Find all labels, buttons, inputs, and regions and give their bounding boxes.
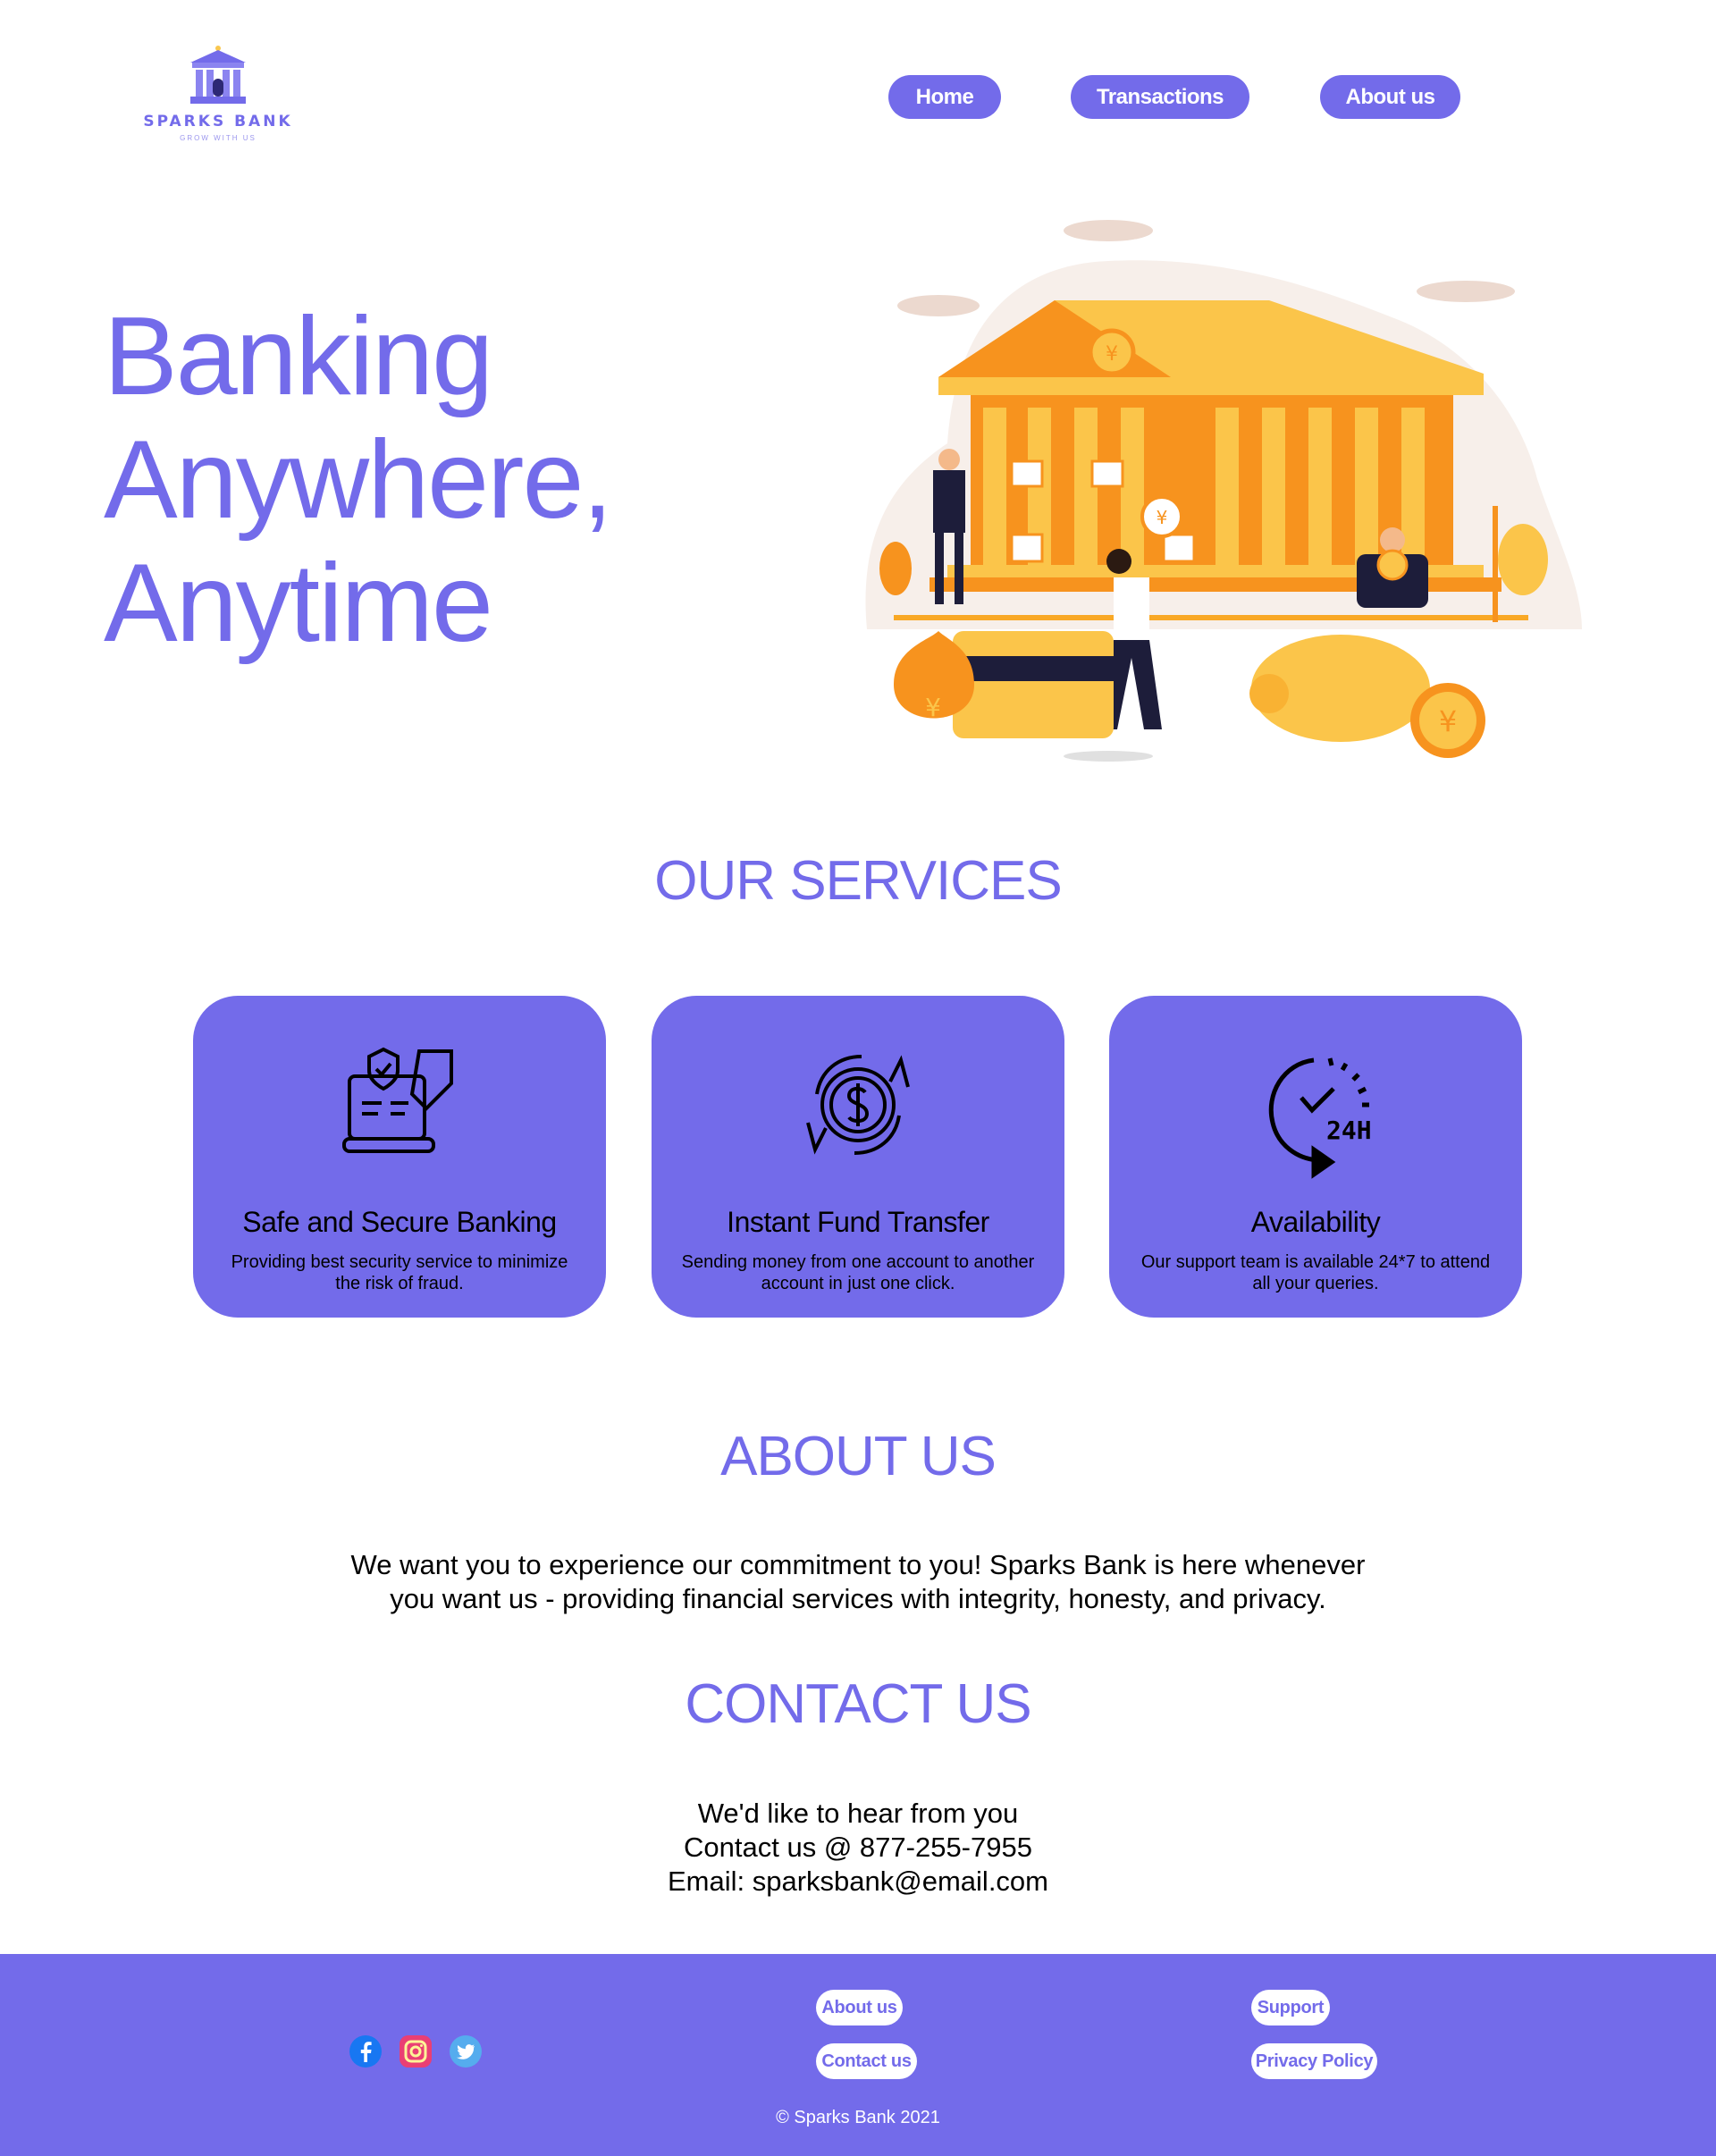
svg-text:¥: ¥	[1106, 343, 1118, 366]
service-card-security: Safe and Secure Banking Providing best s…	[193, 996, 606, 1318]
twitter-icon[interactable]	[449, 2034, 483, 2068]
facebook-icon[interactable]	[349, 2034, 383, 2068]
svg-text:¥: ¥	[925, 693, 941, 722]
svg-text:24H: 24H	[1326, 1116, 1372, 1145]
contact-phone: Contact us @ 877-255-7955	[684, 1832, 1032, 1863]
service-desc: Our support team is available 24*7 to at…	[1140, 1252, 1491, 1293]
hero-title: Banking Anywhere, Anytime	[104, 295, 613, 665]
instagram-icon[interactable]	[399, 2034, 433, 2068]
bank-logo-icon	[190, 46, 246, 104]
brand-logo[interactable]: SPARKS BANK GROW WITH US	[143, 43, 293, 142]
nav-home-button[interactable]: Home	[888, 75, 1001, 119]
footer-support-link[interactable]: Support	[1251, 1990, 1330, 2025]
contact-info: We'd like to hear from you Contact us @ …	[0, 1797, 1716, 1899]
service-desc: Sending money from one account to anothe…	[681, 1252, 1035, 1293]
fund-transfer-icon	[806, 1055, 910, 1155]
service-desc: Providing best security service to minim…	[231, 1252, 568, 1293]
svg-text:¥: ¥	[1439, 704, 1457, 738]
bank-illustration: ¥ ¥ ¥ ¥	[865, 220, 1582, 762]
contact-line-1: We'd like to hear from you	[697, 1798, 1019, 1829]
brand-name: SPARKS BANK	[143, 113, 293, 131]
copyright: © Sparks Bank 2021	[776, 2108, 940, 2127]
footer-about-link[interactable]: About us	[816, 1990, 903, 2025]
svg-text:¥: ¥	[1157, 507, 1168, 528]
nav-about-button[interactable]: About us	[1320, 75, 1460, 119]
clock-24h-icon: 24H	[1268, 1057, 1372, 1179]
about-text: We want you to experience our commitment…	[350, 1549, 1366, 1614]
footer-contact-link[interactable]: Contact us	[816, 2043, 917, 2079]
about-title: ABOUT US	[720, 1426, 997, 1487]
services-title: OUR SERVICES	[654, 850, 1062, 912]
secure-banking-icon	[342, 1047, 453, 1153]
contact-title: CONTACT US	[685, 1673, 1031, 1735]
contact-email: Email: sparksbank@email.com	[668, 1865, 1048, 1897]
service-title: Instant Fund Transfer	[727, 1206, 989, 1238]
service-title: Safe and Secure Banking	[242, 1206, 557, 1238]
footer-privacy-link[interactable]: Privacy Policy	[1251, 2043, 1377, 2079]
service-title: Availability	[1250, 1206, 1381, 1238]
hero-line-2: Anywhere,	[104, 418, 613, 542]
brand-tagline: GROW WITH US	[180, 134, 257, 142]
service-card-availability: 24H Availability Our support team is ava…	[1109, 996, 1522, 1318]
hero-line-3: Anytime	[104, 542, 493, 665]
service-card-transfer: Instant Fund Transfer Sending money from…	[652, 996, 1064, 1318]
hero-line-1: Banking	[104, 295, 493, 418]
nav-transactions-button[interactable]: Transactions	[1071, 75, 1249, 119]
